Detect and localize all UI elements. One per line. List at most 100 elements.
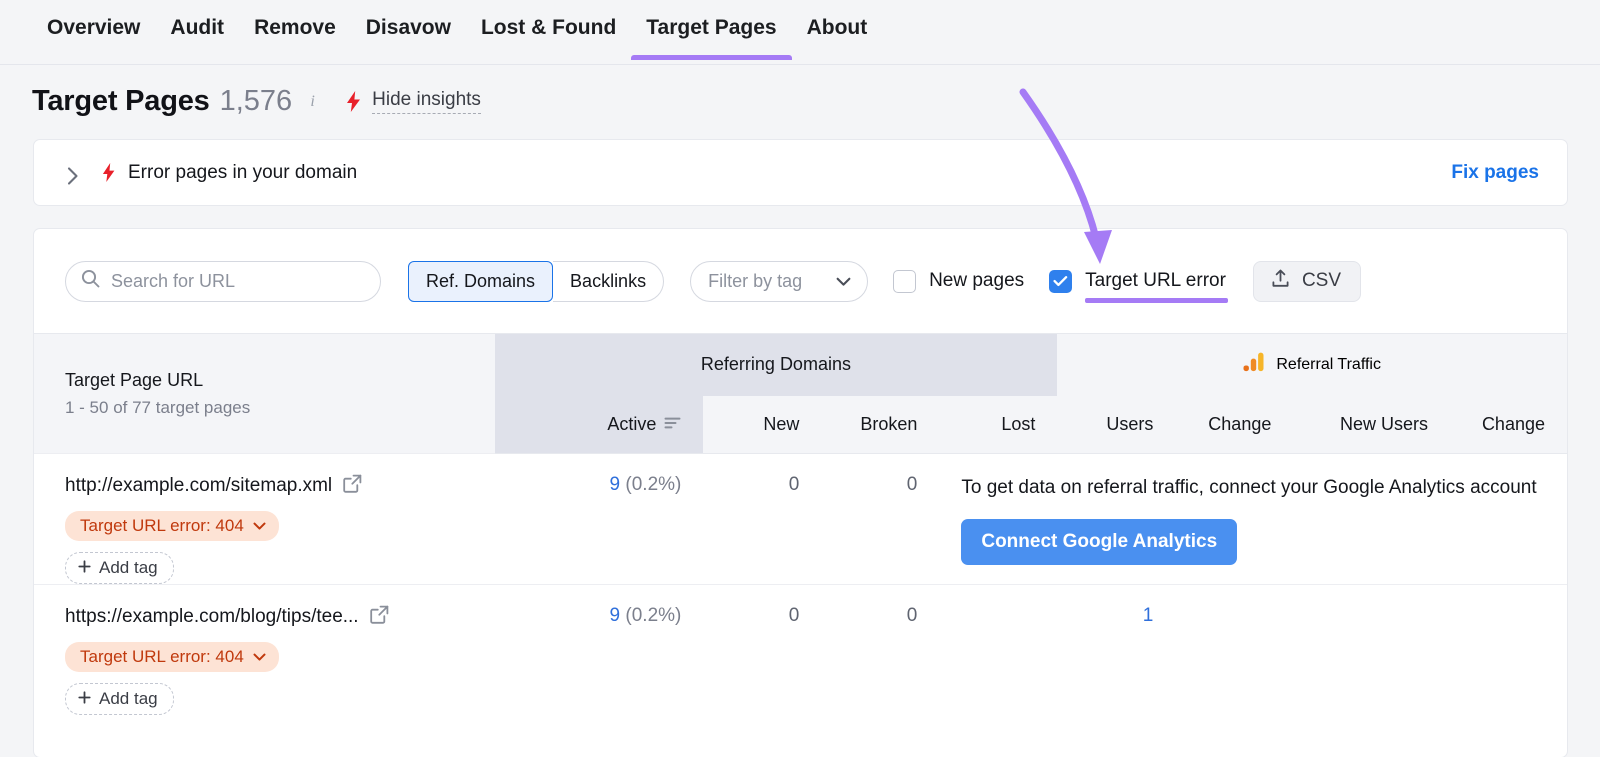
nav-item-disavow[interactable]: Disavow (351, 0, 466, 60)
cell-referral-traffic-empty-state: To get data on referral traffic, connect… (939, 454, 1567, 585)
main-navigation: Overview Audit Remove Disavow Lost & Fou… (0, 0, 1600, 65)
bolt-icon (346, 91, 361, 112)
external-link-icon[interactable] (343, 474, 362, 498)
target-page-url[interactable]: http://example.com/sitemap.xml (65, 475, 332, 497)
column-header-lost[interactable]: Lost (939, 396, 1057, 454)
plus-icon (78, 558, 91, 578)
cell-broken: 0 (821, 454, 939, 585)
bolt-icon (102, 163, 115, 182)
insight-card: Error pages in your domain Fix pages (33, 139, 1568, 206)
add-tag-label: Add tag (99, 689, 158, 709)
status-badge[interactable]: Target URL error: 404 (65, 511, 279, 541)
tag-filter-label: Filter by tag (708, 271, 802, 292)
page-header: Target Pages 1,576 i Hide insights (32, 85, 481, 118)
target-pages-panel: Search for URL Ref. Domains Backlinks Fi… (33, 228, 1568, 757)
column-header-change[interactable]: Change (1175, 396, 1293, 454)
nav-item-remove[interactable]: Remove (239, 0, 351, 60)
users-count[interactable]: 1 (1143, 605, 1154, 626)
column-header-label: Target Page URL (65, 370, 495, 391)
cell-target-page-url: http://example.com/sitemap.xml Target UR… (34, 454, 495, 585)
target-page-url[interactable]: https://example.com/blog/tips/tee... (65, 606, 359, 628)
external-link-icon[interactable] (370, 605, 389, 629)
column-header-change-2[interactable]: Change (1450, 396, 1567, 454)
group-header-referral-traffic: Referral Traffic (1057, 334, 1567, 396)
segment-label: Backlinks (570, 271, 646, 292)
search-placeholder: Search for URL (111, 271, 235, 292)
column-header-label: Broken (860, 414, 917, 434)
column-header-broken[interactable]: Broken (821, 396, 939, 454)
search-icon (81, 269, 100, 293)
nav-item-target-pages[interactable]: Target Pages (631, 0, 791, 60)
active-count[interactable]: 9 (610, 474, 621, 495)
sort-icon[interactable] (664, 414, 681, 435)
chevron-down-icon (253, 647, 266, 667)
column-header-users[interactable]: Users (1057, 396, 1175, 454)
cell-new-users (1293, 585, 1450, 716)
checkbox-new-pages-label[interactable]: New pages (929, 270, 1024, 292)
nav-item-audit[interactable]: Audit (155, 0, 239, 60)
add-tag-button[interactable]: Add tag (65, 552, 174, 584)
segment-ref-domains[interactable]: Ref. Domains (408, 261, 553, 302)
column-header-new[interactable]: New (703, 396, 821, 454)
search-input[interactable]: Search for URL (65, 261, 381, 302)
filter-target-url-error: Target URL error (1049, 270, 1226, 293)
export-csv-button[interactable]: CSV (1253, 261, 1361, 302)
target-pages-table: Target Page URL 1 - 50 of 77 target page… (34, 333, 1567, 715)
page-count: 1,576 (220, 85, 293, 118)
segment-label: Ref. Domains (426, 271, 535, 292)
cell-broken: 0 (821, 585, 939, 716)
metric-toggle: Ref. Domains Backlinks (408, 261, 664, 302)
status-badge-label: Target URL error: 404 (80, 647, 244, 667)
pagination-summary: 1 - 50 of 77 target pages (65, 398, 495, 418)
nav-label: Lost & Found (481, 16, 616, 39)
nav-label: Remove (254, 16, 336, 39)
fix-pages-link[interactable]: Fix pages (1451, 162, 1539, 184)
checkbox-target-url-error[interactable] (1049, 270, 1072, 293)
column-header-label: Active (607, 414, 656, 435)
table-row: http://example.com/sitemap.xml Target UR… (34, 454, 1567, 585)
chevron-down-icon (253, 516, 266, 536)
table-row: https://example.com/blog/tips/tee... Tar… (34, 585, 1567, 716)
hide-insights-toggle[interactable]: Hide insights (372, 89, 481, 114)
nav-label: Audit (170, 16, 224, 39)
nav-label: About (807, 16, 868, 39)
column-header-label: Users (1106, 414, 1153, 434)
cell-active: 9 (0.2%) (495, 454, 704, 585)
tag-filter-dropdown[interactable]: Filter by tag (690, 261, 868, 302)
active-count[interactable]: 9 (610, 605, 621, 626)
nav-item-about[interactable]: About (792, 0, 883, 60)
table-header-groups: Target Page URL 1 - 50 of 77 target page… (34, 334, 1567, 396)
add-tag-label: Add tag (99, 558, 158, 578)
info-icon[interactable]: i (305, 94, 320, 109)
nav-item-lost-and-found[interactable]: Lost & Found (466, 0, 631, 60)
column-header-active[interactable]: Active (495, 396, 704, 454)
page-title: Target Pages (32, 85, 210, 118)
column-header-label: Lost (1001, 414, 1035, 434)
group-header-referring-domains: Referring Domains (495, 334, 1058, 396)
cell-users: 1 (1057, 585, 1175, 716)
chevron-right-icon[interactable] (67, 167, 79, 179)
cell-active: 9 (0.2%) (495, 585, 704, 716)
nav-item-overview[interactable]: Overview (32, 0, 155, 60)
referral-traffic-notice: To get data on referral traffic, connect… (961, 474, 1547, 502)
status-badge-label: Target URL error: 404 (80, 516, 244, 536)
nav-label: Disavow (366, 16, 451, 39)
checkbox-target-url-error-label[interactable]: Target URL error (1085, 270, 1226, 292)
column-header-new-users[interactable]: New Users (1293, 396, 1450, 454)
cell-change (1175, 585, 1293, 716)
column-header-label: Change (1208, 414, 1271, 434)
group-header-label: Referral Traffic (1276, 356, 1381, 374)
chevron-down-icon (836, 271, 851, 292)
column-header-label: New (763, 414, 799, 434)
connect-google-analytics-button[interactable]: Connect Google Analytics (961, 519, 1237, 565)
segment-backlinks[interactable]: Backlinks (553, 261, 664, 302)
nav-label: Overview (47, 16, 140, 39)
status-badge[interactable]: Target URL error: 404 (65, 642, 279, 672)
upload-icon (1271, 269, 1290, 294)
insight-text: Error pages in your domain (128, 162, 357, 184)
checkbox-new-pages[interactable] (893, 270, 916, 293)
active-percent: (0.2%) (625, 474, 681, 495)
table-toolbar: Search for URL Ref. Domains Backlinks Fi… (34, 229, 1567, 333)
add-tag-button[interactable]: Add tag (65, 683, 174, 715)
google-analytics-icon (1243, 352, 1265, 377)
